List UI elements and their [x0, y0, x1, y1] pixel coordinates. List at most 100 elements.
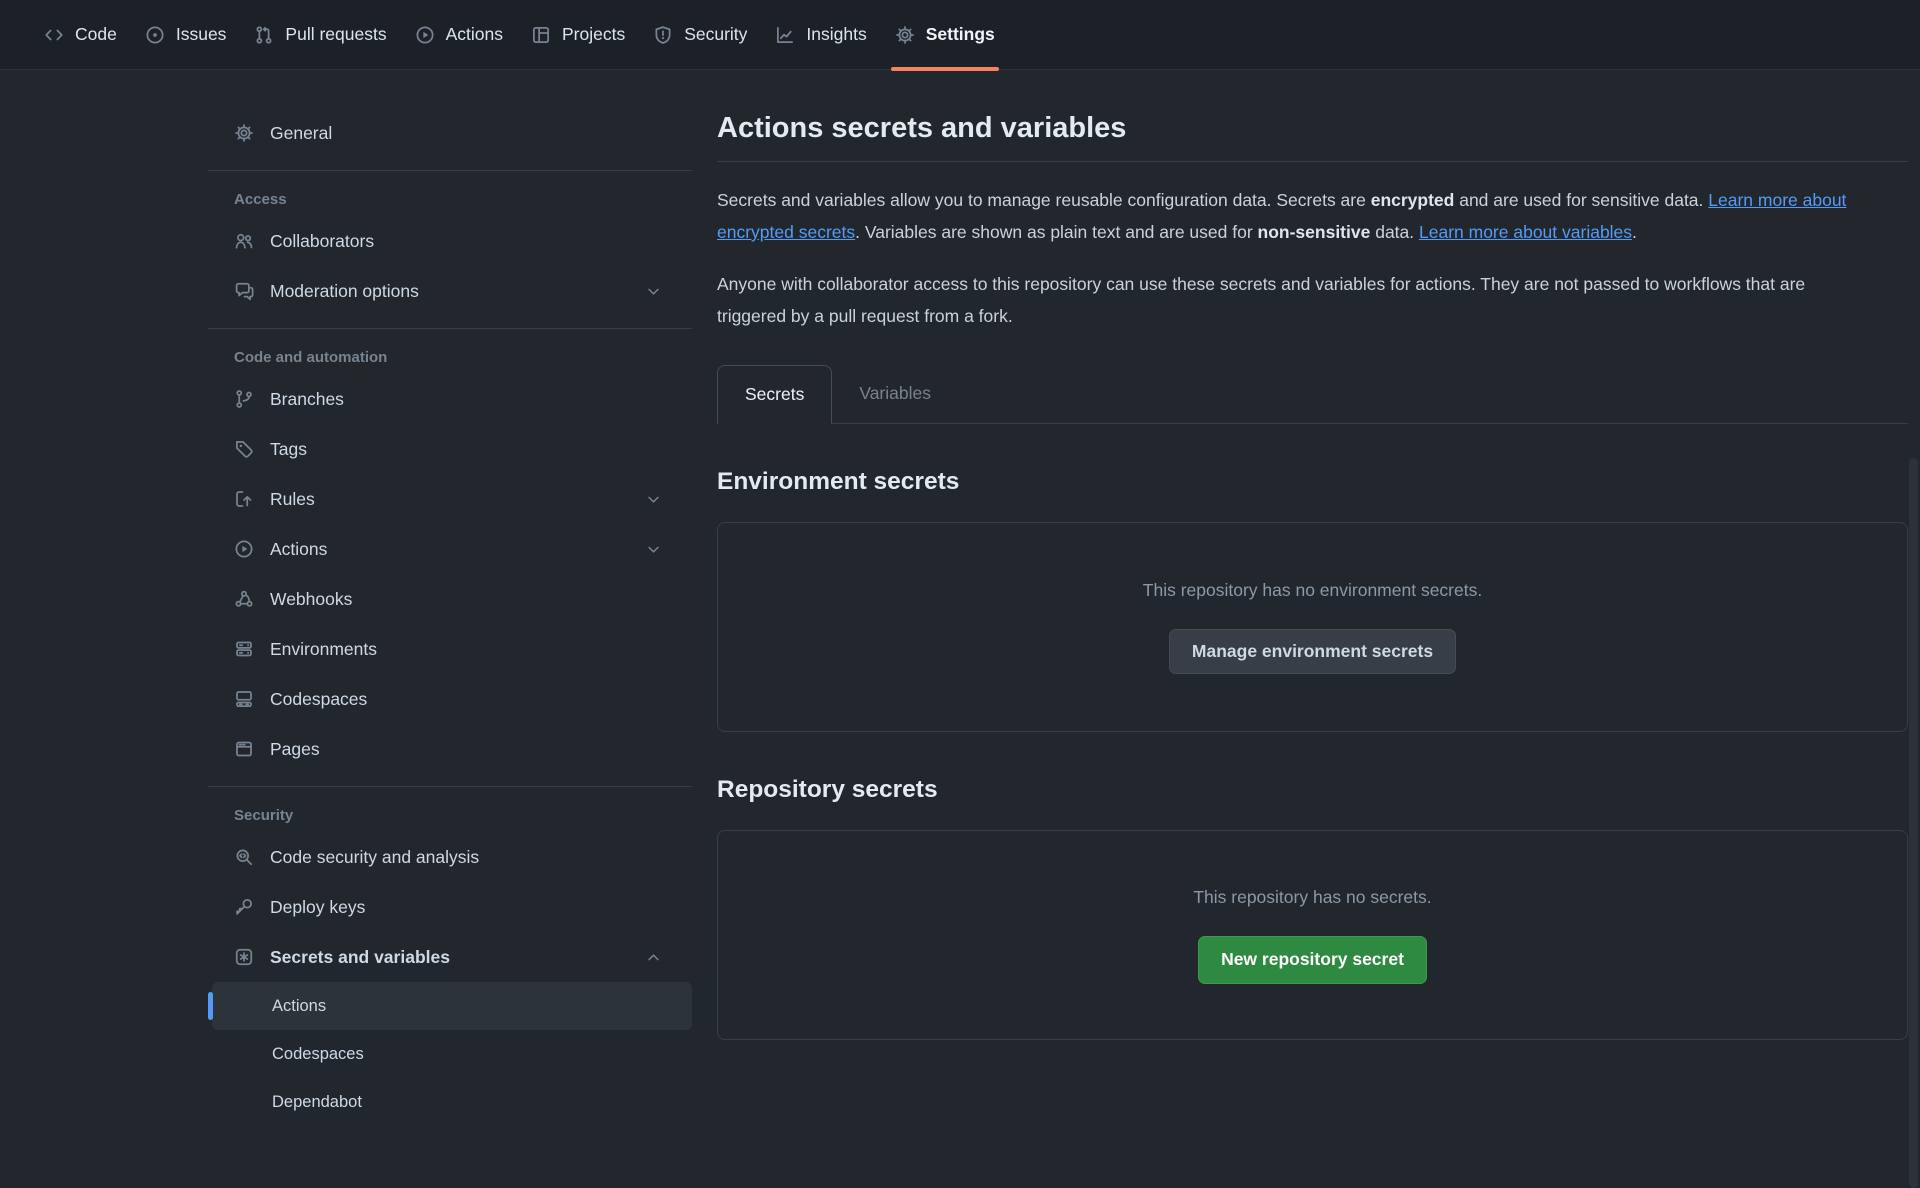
collaborator-note: Anyone with collaborator access to this …: [717, 268, 1877, 332]
settings-sidebar: General Access Collaborators Moderation …: [208, 70, 692, 1126]
graph-icon: [775, 25, 795, 45]
browser-icon: [234, 739, 254, 759]
codescan-icon: [234, 847, 254, 867]
tab-label: Settings: [926, 24, 995, 45]
sidebar-subitem-dependabot-secrets[interactable]: Dependabot: [212, 1078, 692, 1126]
sidebar-item-general[interactable]: General: [208, 108, 692, 158]
intro-paragraph: Secrets and variables allow you to manag…: [717, 184, 1908, 248]
tab-label: Security: [684, 24, 747, 45]
tab-issues[interactable]: Issues: [131, 0, 241, 69]
sidebar-item-label: Tags: [270, 439, 307, 460]
sidebar-item-actions[interactable]: Actions: [208, 524, 692, 574]
tab-label: Projects: [562, 24, 625, 45]
sidebar-item-codespaces[interactable]: Codespaces: [208, 674, 692, 724]
sidebar-item-label: Pages: [270, 739, 320, 760]
tab-insights[interactable]: Insights: [761, 0, 880, 69]
tab-label: Insights: [806, 24, 866, 45]
sidebar-item-label: Moderation options: [270, 281, 419, 302]
tab-label: Pull requests: [285, 24, 386, 45]
git-pull-request-icon: [254, 25, 274, 45]
tab-variables[interactable]: Variables: [832, 364, 958, 423]
comment-discussion-icon: [234, 281, 254, 301]
tab-code[interactable]: Code: [30, 0, 131, 69]
gear-icon: [234, 123, 254, 143]
tab-label: Actions: [446, 24, 503, 45]
sidebar-item-label: General: [270, 123, 332, 144]
sidebar-divider: [208, 328, 692, 329]
main-content: Actions secrets and variables Secrets an…: [717, 70, 1908, 1040]
sidebar-item-moderation-options[interactable]: Moderation options: [208, 266, 692, 316]
sidebar-item-label: Actions: [272, 997, 326, 1016]
intro-bold-non-sensitive: non-sensitive: [1258, 222, 1371, 242]
play-icon: [234, 539, 254, 559]
sidebar-item-deploy-keys[interactable]: Deploy keys: [208, 882, 692, 932]
intro-bold-encrypted: encrypted: [1371, 190, 1455, 210]
gear-icon: [895, 25, 915, 45]
intro-text: . Variables are shown as plain text and …: [855, 222, 1257, 242]
sidebar-item-label: Branches: [270, 389, 344, 410]
sidebar-divider: [208, 786, 692, 787]
sidebar-item-label: Collaborators: [270, 231, 374, 252]
sidebar-item-branches[interactable]: Branches: [208, 374, 692, 424]
environment-secrets-empty-box: This repository has no environment secre…: [717, 522, 1908, 732]
rules-icon: [234, 489, 254, 509]
vertical-scrollbar[interactable]: [1909, 458, 1918, 1188]
sidebar-item-collaborators[interactable]: Collaborators: [208, 216, 692, 266]
sidebar-item-label: Actions: [270, 539, 327, 560]
intro-text: and are used for sensitive data.: [1454, 190, 1708, 210]
git-branch-icon: [234, 389, 254, 409]
tab-pull-requests[interactable]: Pull requests: [240, 0, 400, 69]
sidebar-item-pages[interactable]: Pages: [208, 724, 692, 774]
sidebar-subitem-actions-secrets[interactable]: Actions: [212, 982, 692, 1030]
sidebar-item-webhooks[interactable]: Webhooks: [208, 574, 692, 624]
page-title: Actions secrets and variables: [717, 112, 1908, 162]
sidebar-section-access: Access: [208, 191, 692, 208]
repository-secrets-empty-box: This repository has no secrets. New repo…: [717, 830, 1908, 1040]
chevron-down-icon: [645, 491, 662, 508]
link-learn-more-variables[interactable]: Learn more about variables: [1419, 222, 1632, 242]
sidebar-divider: [208, 170, 692, 171]
server-icon: [234, 639, 254, 659]
tab-actions[interactable]: Actions: [401, 0, 517, 69]
sidebar-item-label: Secrets and variables: [270, 947, 450, 968]
sidebar-item-label: Deploy keys: [270, 897, 365, 918]
intro-text: data.: [1370, 222, 1419, 242]
repository-secrets-heading: Repository secrets: [717, 776, 1908, 804]
environment-secrets-empty-message: This repository has no environment secre…: [1143, 580, 1482, 601]
people-icon: [234, 231, 254, 251]
sidebar-item-label: Webhooks: [270, 589, 352, 610]
play-icon: [415, 25, 435, 45]
sidebar-item-environments[interactable]: Environments: [208, 624, 692, 674]
new-repository-secret-button[interactable]: New repository secret: [1198, 936, 1427, 984]
sidebar-item-rules[interactable]: Rules: [208, 474, 692, 524]
asterisk-box-icon: [234, 947, 254, 967]
chevron-down-icon: [645, 283, 662, 300]
project-icon: [531, 25, 551, 45]
manage-environment-secrets-button[interactable]: Manage environment secrets: [1169, 629, 1456, 674]
sidebar-item-secrets-and-variables[interactable]: Secrets and variables: [208, 932, 692, 982]
sidebar-item-code-security-and-analysis[interactable]: Code security and analysis: [208, 832, 692, 882]
repository-secrets-empty-message: This repository has no secrets.: [1193, 887, 1431, 908]
sidebar-item-label: Dependabot: [272, 1093, 362, 1112]
sidebar-item-label: Code security and analysis: [270, 847, 479, 868]
tag-icon: [234, 439, 254, 459]
sidebar-item-tags[interactable]: Tags: [208, 424, 692, 474]
code-icon: [44, 25, 64, 45]
issue-opened-icon: [145, 25, 165, 45]
sidebar-item-label: Environments: [270, 639, 377, 660]
environment-secrets-heading: Environment secrets: [717, 468, 1908, 496]
chevron-down-icon: [645, 541, 662, 558]
tab-label: Issues: [176, 24, 227, 45]
key-icon: [234, 897, 254, 917]
webhook-icon: [234, 589, 254, 609]
tab-label: Code: [75, 24, 117, 45]
tab-security[interactable]: Security: [639, 0, 761, 69]
settings-page: General Access Collaborators Moderation …: [0, 70, 1920, 1126]
sidebar-item-label: Rules: [270, 489, 315, 510]
intro-text: .: [1632, 222, 1637, 242]
tab-secrets[interactable]: Secrets: [717, 365, 832, 424]
tab-projects[interactable]: Projects: [517, 0, 639, 69]
tab-settings[interactable]: Settings: [881, 0, 1009, 69]
sidebar-subitem-codespaces-secrets[interactable]: Codespaces: [212, 1030, 692, 1078]
codespaces-icon: [234, 689, 254, 709]
